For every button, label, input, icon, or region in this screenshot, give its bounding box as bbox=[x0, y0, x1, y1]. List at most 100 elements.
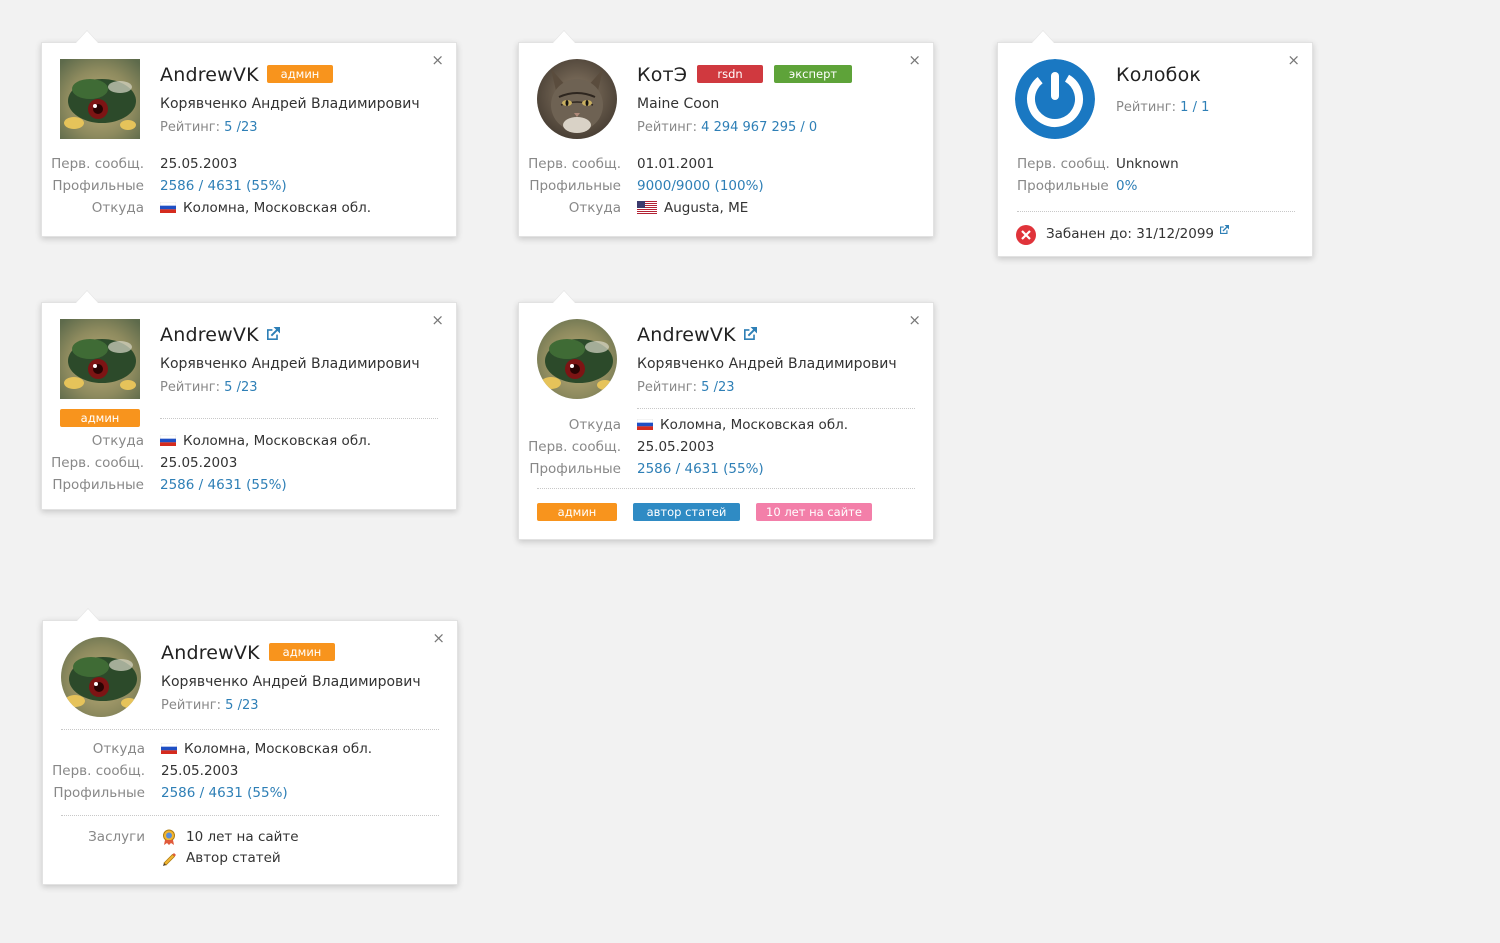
from-label: Откуда bbox=[568, 417, 621, 433]
location-value: Коломна, Московская обл. bbox=[183, 200, 372, 216]
rating-value[interactable]: 5 /23 bbox=[225, 698, 258, 713]
user-card-andrew-2: × админ AndrewVK Корявченко Андрей Влади… bbox=[41, 291, 457, 510]
first-msg-label: Перв. сообщ. bbox=[528, 439, 621, 455]
first-msg-label: Перв. сообщ. bbox=[1017, 156, 1110, 172]
card-arrow bbox=[77, 609, 99, 621]
profile-label: Профильные bbox=[52, 178, 144, 194]
ban-row: Забанен до: 31/12/2099 bbox=[1046, 225, 1229, 242]
avatar bbox=[60, 319, 140, 399]
card-arrow bbox=[76, 31, 98, 43]
profile-value[interactable]: 0% bbox=[1116, 178, 1137, 194]
rating-value[interactable]: 5 /23 bbox=[224, 120, 257, 135]
rating-value[interactable]: 5 /23 bbox=[701, 380, 734, 395]
close-icon[interactable]: × bbox=[432, 631, 445, 646]
merits-label: Заслуги bbox=[88, 829, 145, 845]
user-nickname[interactable]: AndrewVK bbox=[160, 64, 259, 86]
profile-label: Профильные bbox=[53, 785, 145, 801]
location-row: Коломна, Московская обл. bbox=[160, 200, 371, 216]
badge-admin: админ bbox=[60, 409, 140, 427]
user-full-name: Корявченко Андрей Владимирович bbox=[160, 356, 420, 372]
first-msg-value: 25.05.2003 bbox=[160, 455, 238, 471]
badge-admin: админ bbox=[269, 643, 335, 661]
profile-label: Профильные bbox=[52, 477, 144, 493]
user-nickname[interactable]: AndrewVK bbox=[637, 324, 736, 346]
rating-row: Рейтинг: 5 /23 bbox=[160, 120, 258, 135]
russia-flag-icon bbox=[160, 435, 176, 446]
medal-icon bbox=[163, 829, 175, 845]
close-icon[interactable]: × bbox=[431, 53, 444, 68]
from-label: Откуда bbox=[92, 741, 145, 757]
first-msg-label: Перв. сообщ. bbox=[51, 156, 144, 172]
profile-value[interactable]: 2586 / 4631 (55%) bbox=[161, 785, 288, 801]
first-msg-value: 25.05.2003 bbox=[637, 439, 715, 455]
rating-label: Рейтинг: bbox=[637, 380, 698, 395]
location-row: Augusta, ME bbox=[637, 200, 748, 216]
profile-label: Профильные bbox=[1017, 178, 1109, 194]
badge-rsdn: rsdn bbox=[697, 65, 763, 83]
user-card-andrew-3: × AndrewVK Корявченко Андрей Владимирови… bbox=[518, 291, 934, 540]
card-arrow bbox=[1032, 31, 1054, 43]
russia-flag-icon bbox=[160, 202, 176, 213]
from-label: Откуда bbox=[91, 433, 144, 449]
first-msg-label: Перв. сообщ. bbox=[52, 763, 145, 779]
badge-author: автор статей bbox=[633, 503, 740, 521]
user-nickname[interactable]: AndrewVK bbox=[160, 324, 259, 346]
rating-value[interactable]: 4 294 967 295 / 0 bbox=[701, 120, 817, 135]
external-link-icon[interactable] bbox=[744, 327, 757, 340]
divider bbox=[160, 418, 438, 419]
merit-author: Автор статей bbox=[186, 850, 281, 866]
first-msg-value: 01.01.2001 bbox=[637, 156, 715, 172]
location-row: Коломна, Московская обл. bbox=[637, 417, 848, 433]
rating-label: Рейтинг: bbox=[1116, 100, 1177, 115]
location-row: Коломна, Московская обл. bbox=[161, 741, 372, 757]
rating-label: Рейтинг: bbox=[161, 698, 222, 713]
rating-label: Рейтинг: bbox=[160, 120, 221, 135]
russia-flag-icon bbox=[161, 743, 177, 754]
profile-value[interactable]: 2586 / 4631 (55%) bbox=[160, 178, 287, 194]
first-msg-value: 25.05.2003 bbox=[161, 763, 239, 779]
russia-flag-icon bbox=[637, 419, 653, 430]
user-full-name: Корявченко Андрей Владимирович bbox=[160, 96, 420, 112]
rating-label: Рейтинг: bbox=[637, 120, 698, 135]
user-card-andrew-4: × AndrewVK админ Корявченко Андрей Влади… bbox=[42, 609, 458, 885]
badge-expert: эксперт bbox=[774, 65, 852, 83]
first-msg-label: Перв. сообщ. bbox=[51, 455, 144, 471]
rating-value[interactable]: 1 / 1 bbox=[1180, 100, 1209, 115]
card-arrow bbox=[76, 291, 98, 303]
pencil-icon bbox=[163, 853, 176, 866]
close-icon[interactable]: × bbox=[908, 313, 921, 328]
close-icon[interactable]: × bbox=[1287, 53, 1300, 68]
ban-text: Забанен до: 31/12/2099 bbox=[1046, 226, 1215, 242]
divider bbox=[61, 815, 439, 816]
user-card-andrew-1: × AndrewVK админ Корявченко Андрей Влади… bbox=[41, 31, 457, 237]
profile-label: Профильные bbox=[529, 461, 621, 477]
profile-value[interactable]: 2586 / 4631 (55%) bbox=[160, 477, 287, 493]
rating-row: Рейтинг: 5 /23 bbox=[637, 380, 735, 395]
user-nickname[interactable]: AndrewVK bbox=[161, 642, 260, 664]
external-link-icon[interactable] bbox=[1220, 225, 1229, 234]
external-link-icon[interactable] bbox=[267, 327, 280, 340]
rating-value[interactable]: 5 /23 bbox=[224, 380, 257, 395]
avatar bbox=[61, 637, 141, 717]
close-icon[interactable]: × bbox=[908, 53, 921, 68]
badge-admin: админ bbox=[267, 65, 333, 83]
ban-icon bbox=[1016, 225, 1036, 245]
rating-row: Рейтинг: 5 /23 bbox=[160, 380, 258, 395]
user-nickname[interactable]: Колобок bbox=[1116, 64, 1201, 86]
avatar bbox=[537, 59, 617, 139]
user-nickname-row: AndrewVK bbox=[160, 324, 280, 346]
from-label: Откуда bbox=[568, 200, 621, 216]
location-value: Augusta, ME bbox=[664, 200, 749, 216]
profile-value[interactable]: 2586 / 4631 (55%) bbox=[637, 461, 764, 477]
close-icon[interactable]: × bbox=[431, 313, 444, 328]
first-msg-value: Unknown bbox=[1116, 156, 1179, 172]
badge-admin: админ bbox=[537, 503, 617, 521]
rating-label: Рейтинг: bbox=[160, 380, 221, 395]
avatar bbox=[537, 319, 617, 399]
user-card-kolobok: × Колобок Рейтинг: 1 / 1 Перв. сообщ. Un… bbox=[997, 31, 1313, 257]
user-nickname[interactable]: КотЭ bbox=[637, 64, 687, 86]
rating-row: Рейтинг: 4 294 967 295 / 0 bbox=[637, 120, 817, 135]
profile-value[interactable]: 9000/9000 (100%) bbox=[637, 178, 764, 194]
divider bbox=[61, 729, 439, 730]
card-arrow bbox=[553, 291, 575, 303]
